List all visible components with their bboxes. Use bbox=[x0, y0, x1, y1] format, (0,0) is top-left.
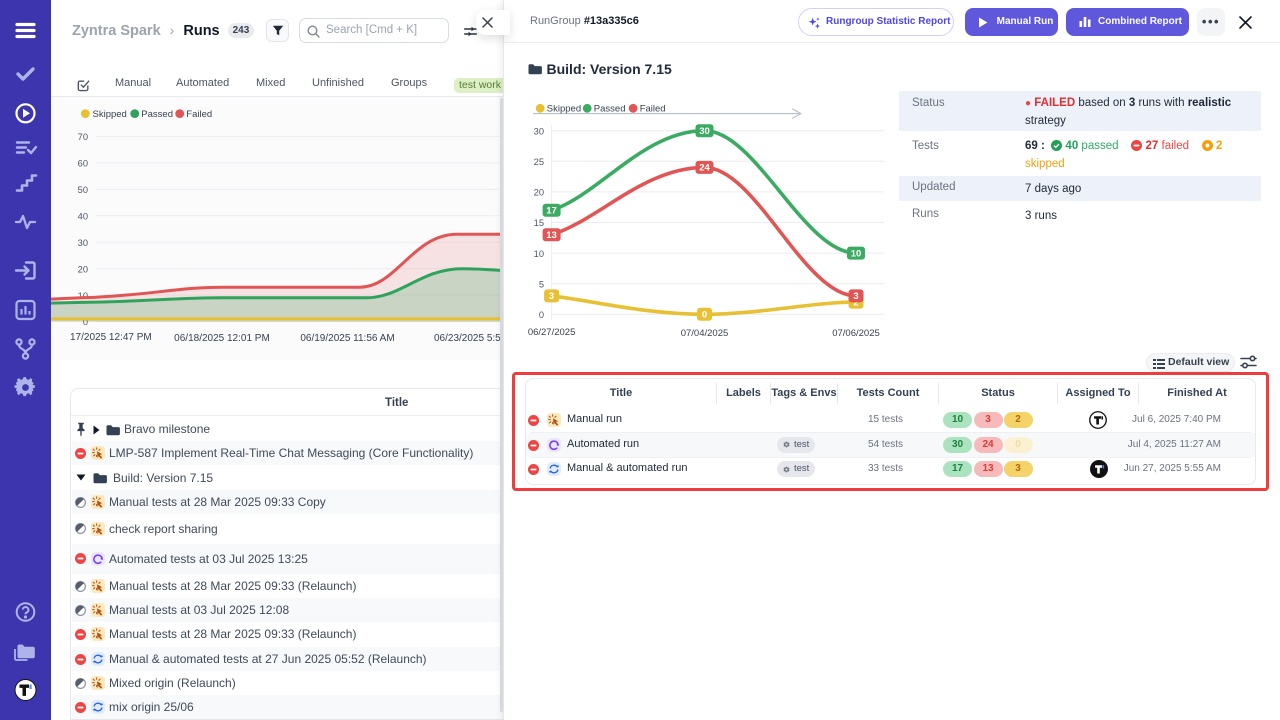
svg-text:17/2025 12:47 PM: 17/2025 12:47 PM bbox=[70, 332, 152, 343]
svg-text:30: 30 bbox=[699, 126, 710, 137]
svg-text:60: 60 bbox=[78, 159, 88, 169]
svg-text:06/19/2025 11:56 AM: 06/19/2025 11:56 AM bbox=[300, 333, 394, 344]
svg-text:07/06/2025: 07/06/2025 bbox=[832, 328, 880, 339]
svg-text:30: 30 bbox=[78, 238, 88, 248]
svg-text:0: 0 bbox=[539, 310, 544, 320]
svg-text:20: 20 bbox=[78, 265, 88, 275]
svg-text:25: 25 bbox=[534, 157, 544, 167]
svg-text:Failed: Failed bbox=[186, 109, 212, 120]
svg-text:17: 17 bbox=[546, 206, 557, 217]
svg-text:3: 3 bbox=[549, 291, 554, 302]
svg-text:50: 50 bbox=[78, 185, 88, 195]
svg-text:Failed: Failed bbox=[640, 104, 666, 115]
svg-text:30: 30 bbox=[534, 126, 544, 136]
svg-text:24: 24 bbox=[699, 163, 710, 174]
svg-text:15: 15 bbox=[534, 218, 544, 228]
svg-text:07/04/2025: 07/04/2025 bbox=[681, 328, 729, 339]
svg-text:Passed: Passed bbox=[594, 104, 626, 115]
svg-text:Skipped: Skipped bbox=[93, 109, 127, 120]
svg-text:70: 70 bbox=[78, 132, 88, 142]
svg-text:Passed: Passed bbox=[141, 109, 173, 120]
svg-text:20: 20 bbox=[534, 188, 544, 198]
svg-text:3: 3 bbox=[853, 291, 858, 302]
svg-text:13: 13 bbox=[546, 230, 557, 241]
svg-text:10: 10 bbox=[851, 248, 862, 259]
svg-text:06/18/2025 12:01 PM: 06/18/2025 12:01 PM bbox=[174, 333, 270, 344]
svg-text:06/23/2025 5:52 P: 06/23/2025 5:52 P bbox=[434, 333, 503, 344]
svg-text:40: 40 bbox=[78, 212, 88, 222]
svg-text:06/27/2025: 06/27/2025 bbox=[528, 327, 576, 338]
svg-text:Skipped: Skipped bbox=[547, 104, 581, 115]
svg-text:0: 0 bbox=[702, 310, 707, 321]
svg-text:5: 5 bbox=[539, 279, 544, 289]
svg-text:10: 10 bbox=[534, 249, 544, 259]
